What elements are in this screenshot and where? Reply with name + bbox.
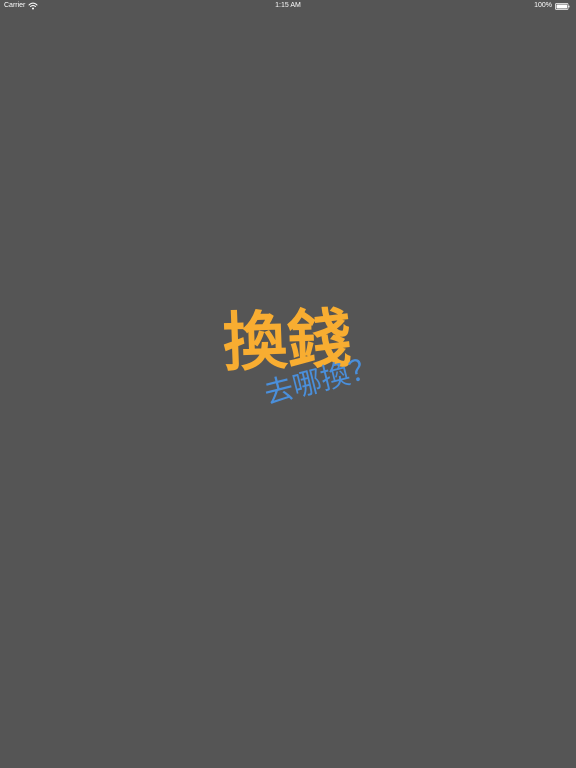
splash-screen: 換錢 去哪換？ [0, 0, 576, 768]
